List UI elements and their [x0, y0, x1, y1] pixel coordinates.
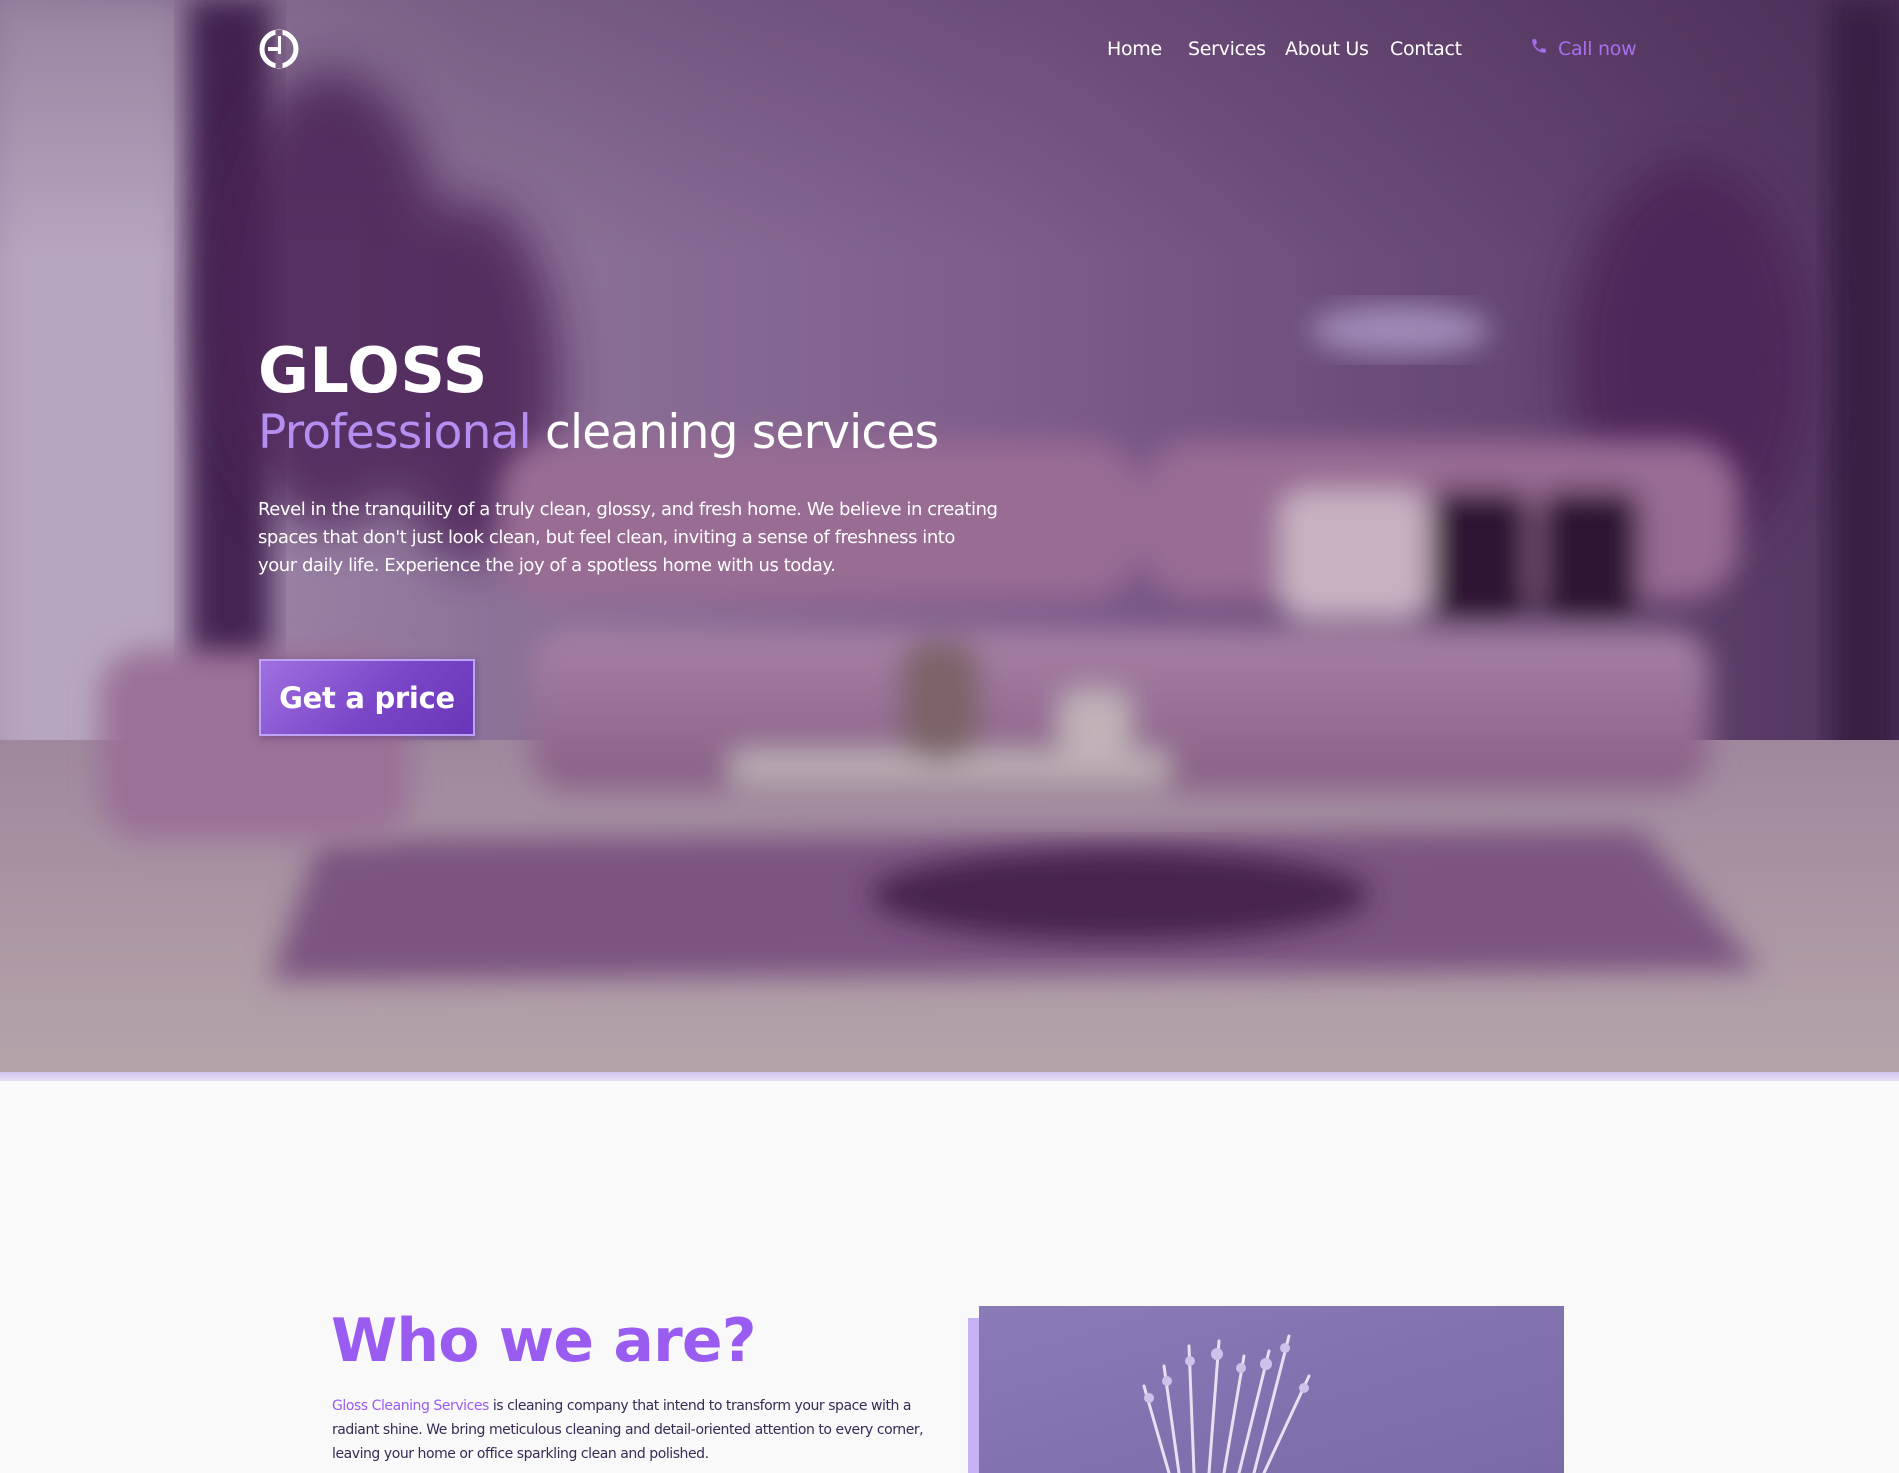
- lavender-image: [979, 1306, 1564, 1473]
- top-navigation: Home Services About Us Contact Call now: [0, 0, 1899, 100]
- phone-icon: [1530, 37, 1548, 60]
- who-we-are-title: Who we are?: [331, 1306, 757, 1376]
- hero-subtitle: Professional cleaning services: [258, 405, 939, 460]
- hero-section: Home Services About Us Contact Call now …: [0, 0, 1899, 1072]
- image-accent-bar: [968, 1318, 979, 1473]
- nav-contact-link[interactable]: Contact: [1390, 38, 1462, 60]
- nav-services-link[interactable]: Services: [1188, 38, 1266, 60]
- gloss-logo-icon[interactable]: [258, 28, 300, 70]
- call-now-link[interactable]: Call now: [1530, 37, 1637, 60]
- nav-about-link[interactable]: About Us: [1285, 38, 1369, 60]
- get-a-price-button[interactable]: Get a price: [259, 659, 475, 736]
- hero-description: Revel in the tranquility of a truly clea…: [258, 499, 998, 576]
- brand-name-link[interactable]: Gloss Cleaning Services: [332, 1398, 489, 1414]
- hero-subtitle-accent: Professional: [258, 405, 532, 460]
- hero-divider: [0, 1072, 1899, 1081]
- hero-title: GLOSS: [258, 334, 488, 407]
- hero-subtitle-rest: cleaning services: [530, 405, 939, 460]
- nav-home-link[interactable]: Home: [1107, 38, 1162, 60]
- who-we-are-text: Gloss Cleaning Services is cleaning comp…: [332, 1394, 932, 1466]
- call-now-label: Call now: [1558, 37, 1637, 60]
